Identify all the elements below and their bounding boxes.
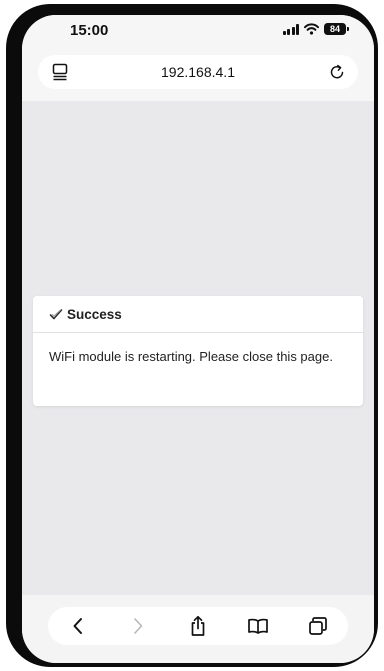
address-bar[interactable]: 192.168.4.1 <box>38 55 358 89</box>
share-button[interactable] <box>183 611 213 641</box>
tabs-button[interactable] <box>303 611 333 641</box>
forward-button[interactable] <box>123 611 153 641</box>
card-title: Success <box>67 306 122 322</box>
battery-icon: 84 <box>324 23 349 35</box>
browser-bottom-bar <box>22 595 374 663</box>
tabs-icon <box>309 617 327 635</box>
bookmarks-icon <box>248 618 268 634</box>
wifi-icon <box>304 23 319 35</box>
card-message: WiFi module is restarting. Please close … <box>49 349 333 364</box>
reload-icon[interactable] <box>328 63 346 81</box>
browser-toolbar <box>48 607 348 645</box>
back-icon <box>73 618 82 634</box>
bookmarks-button[interactable] <box>243 611 273 641</box>
device-frame: 15:00 84 192.168.4.1 Success WiFi module… <box>6 4 378 667</box>
share-icon <box>191 615 205 636</box>
url-text[interactable]: 192.168.4.1 <box>38 64 358 80</box>
status-bar: 15:00 84 <box>22 15 374 45</box>
browser-top-chrome: 15:00 84 192.168.4.1 <box>22 15 374 101</box>
back-button[interactable] <box>63 611 93 641</box>
screen: 15:00 84 192.168.4.1 Success WiFi module… <box>22 15 374 663</box>
signal-icon <box>282 23 299 35</box>
forward-icon <box>134 618 143 634</box>
status-time: 15:00 <box>70 22 109 39</box>
status-icons: 84 <box>282 23 349 35</box>
check-icon <box>49 309 63 320</box>
success-card: Success WiFi module is restarting. Pleas… <box>33 296 363 406</box>
card-header: Success <box>33 296 363 333</box>
